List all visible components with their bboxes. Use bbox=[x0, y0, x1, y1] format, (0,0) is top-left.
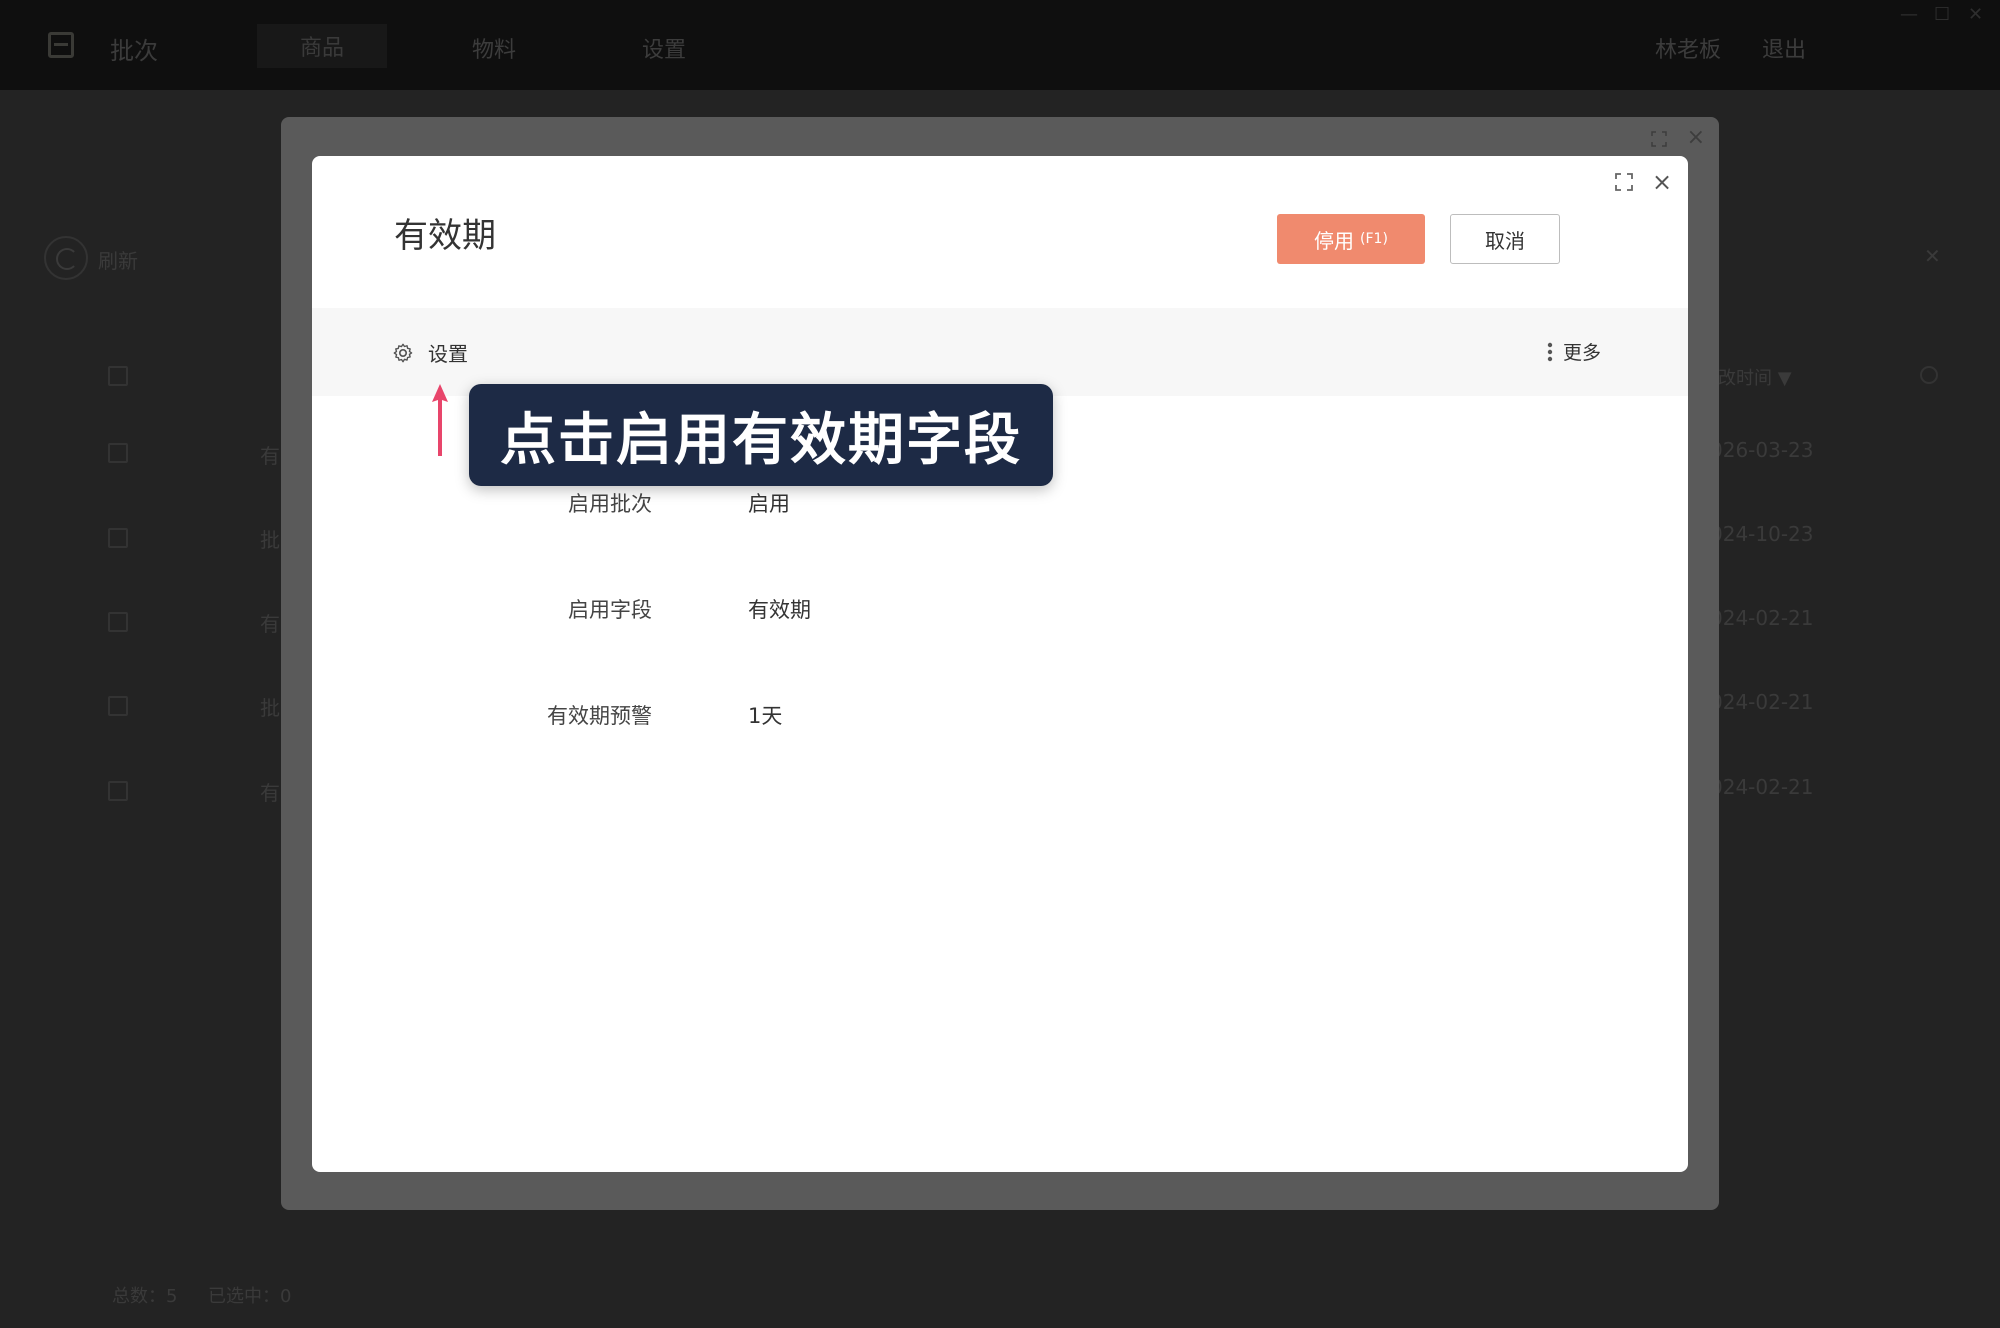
field-row-enable-batch: 启用批次 启用 bbox=[312, 488, 1688, 528]
table-row-date: 024-10-23 bbox=[1710, 522, 1814, 546]
field-label: 有效期预警 bbox=[547, 704, 652, 728]
user-name[interactable]: 林老板 bbox=[1655, 32, 1721, 64]
outer-close-icon[interactable]: × bbox=[1687, 125, 1705, 150]
table-row-date: 024-02-21 bbox=[1710, 606, 1814, 630]
row-checkbox[interactable] bbox=[108, 612, 128, 632]
field-value: 启用 bbox=[748, 492, 790, 516]
refresh-label[interactable]: 刷新 bbox=[98, 245, 138, 274]
tab-settings[interactable]: 设置 bbox=[642, 32, 686, 64]
refresh-icon[interactable] bbox=[44, 236, 88, 280]
outer-expand-icon[interactable] bbox=[1651, 131, 1667, 147]
table-row-name: 有 bbox=[260, 612, 280, 636]
column-header-modified-time[interactable]: 改时间 ▼ bbox=[1718, 364, 1792, 390]
expand-icon[interactable] bbox=[1614, 172, 1634, 192]
settings-label: 设置 bbox=[428, 342, 468, 366]
table-row-date: 024-02-21 bbox=[1710, 775, 1814, 799]
table-row-name: 有 bbox=[260, 781, 280, 805]
footer-selected: 已选中：0 bbox=[208, 1286, 292, 1307]
more-label: 更多 bbox=[1563, 342, 1602, 364]
table-row-date: 024-02-21 bbox=[1710, 690, 1814, 714]
field-value: 1天 bbox=[748, 704, 783, 728]
row-checkbox[interactable] bbox=[108, 696, 128, 716]
column-settings-icon[interactable] bbox=[1920, 366, 1938, 384]
field-value: 有效期 bbox=[748, 598, 811, 622]
more-button[interactable]: 更多 bbox=[1547, 338, 1601, 365]
disable-button-label: 停用 bbox=[1314, 228, 1355, 253]
gear-icon bbox=[393, 343, 413, 362]
app-logo-icon bbox=[48, 32, 74, 58]
table-row-name: 批 bbox=[260, 696, 280, 720]
tab-goods[interactable]: 商品 bbox=[257, 24, 387, 68]
row-checkbox[interactable] bbox=[108, 443, 128, 463]
arrow-up-icon bbox=[432, 384, 448, 456]
tab-material[interactable]: 物料 bbox=[472, 32, 516, 64]
footer-total: 总数：5 bbox=[112, 1286, 178, 1307]
validity-dialog: 有效期 停用 (F1) 取消 × 设置 更多 启用批次 启用 启用字段 有效期 … bbox=[312, 156, 1688, 1172]
row-checkbox[interactable] bbox=[108, 528, 128, 548]
table-row-name: 有 bbox=[260, 444, 280, 468]
window-maximize-button[interactable]: ☐ bbox=[1934, 4, 1950, 25]
dialog-toolbar: 设置 更多 bbox=[312, 308, 1688, 396]
clear-icon[interactable]: ✕ bbox=[1924, 244, 1941, 268]
dialog-title: 有效期 bbox=[394, 216, 496, 256]
cancel-button[interactable]: 取消 bbox=[1450, 214, 1560, 264]
field-row-validity-warning: 有效期预警 1天 bbox=[312, 700, 1688, 740]
tutorial-tooltip: 点击启用有效期字段 bbox=[469, 384, 1053, 486]
disable-button[interactable]: 停用 (F1) bbox=[1277, 214, 1425, 264]
table-row-date: 026-03-23 bbox=[1710, 438, 1814, 462]
close-icon[interactable]: × bbox=[1652, 168, 1672, 196]
top-bar: 批次 商品 物料 设置 林老板 退出 — ☐ ✕ bbox=[0, 0, 2000, 90]
settings-button[interactable]: 设置 bbox=[392, 338, 468, 367]
more-dots-icon bbox=[1547, 342, 1553, 361]
window-minimize-button[interactable]: — bbox=[1900, 4, 1918, 25]
field-label: 启用字段 bbox=[568, 598, 652, 622]
logout-link[interactable]: 退出 bbox=[1762, 32, 1806, 64]
header-checkbox[interactable] bbox=[108, 366, 128, 386]
row-checkbox[interactable] bbox=[108, 781, 128, 801]
field-label: 启用批次 bbox=[568, 492, 652, 516]
window-close-button[interactable]: ✕ bbox=[1968, 4, 1983, 25]
table-row-name: 批 bbox=[260, 528, 280, 552]
disable-button-hotkey: (F1) bbox=[1360, 231, 1388, 247]
field-row-enable-field: 启用字段 有效期 bbox=[312, 594, 1688, 634]
app-title: 批次 bbox=[110, 37, 158, 65]
